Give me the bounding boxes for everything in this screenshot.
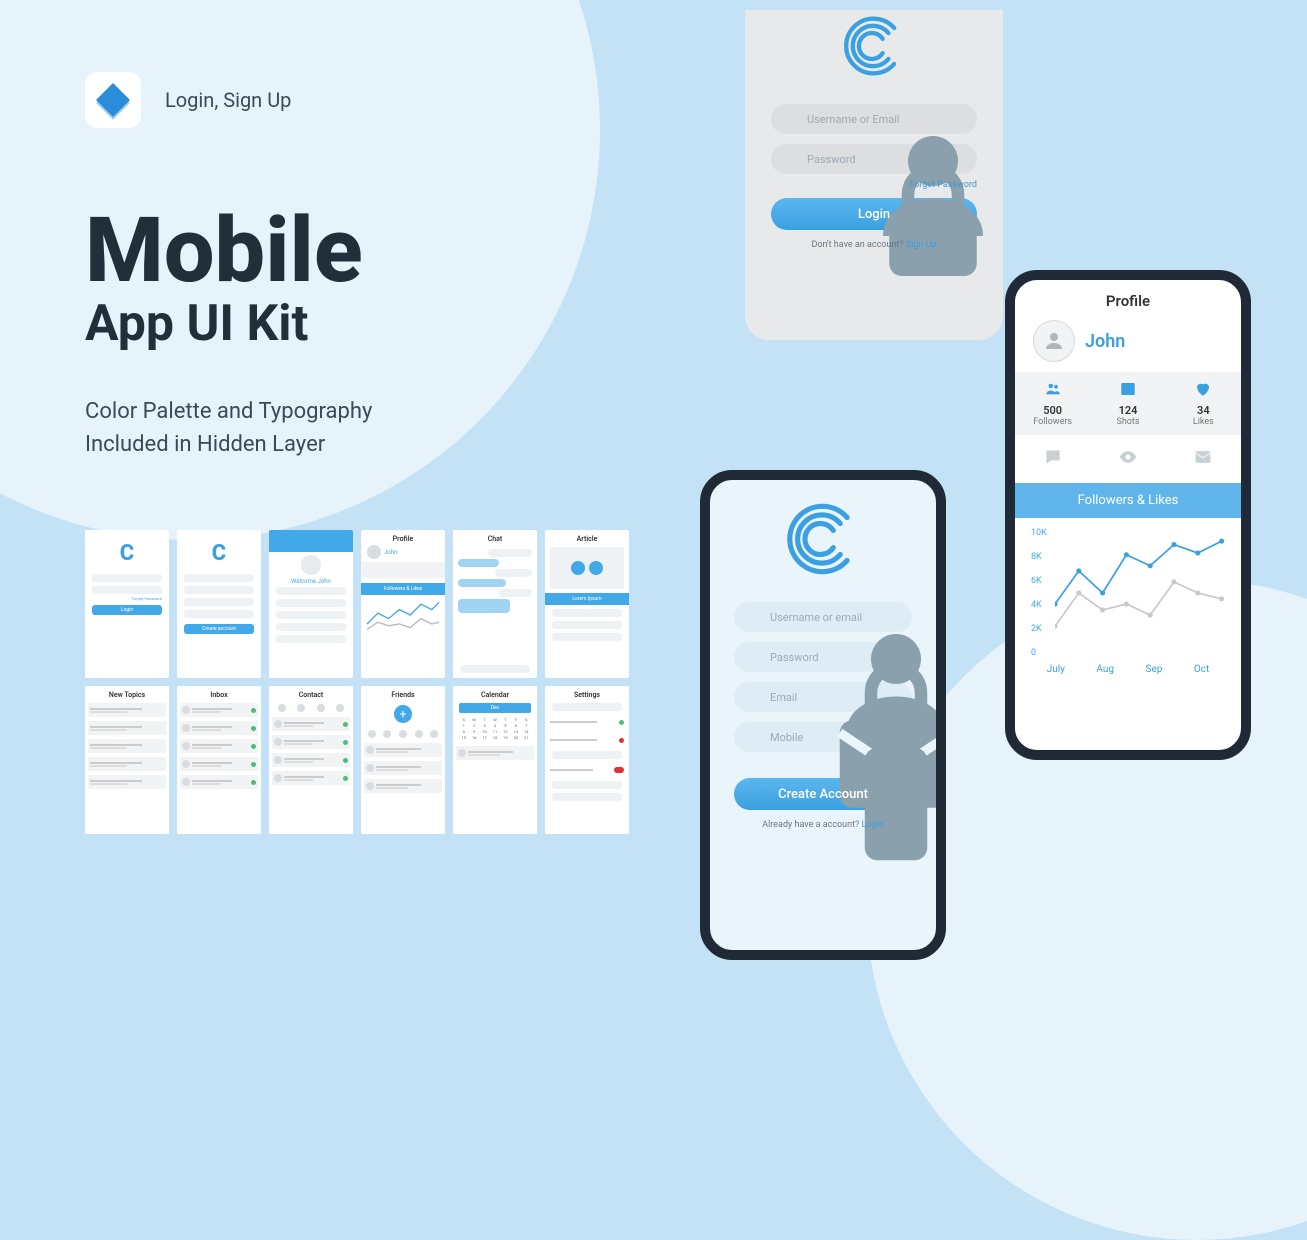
thumb-cal-month: Dec <box>459 703 531 713</box>
phone-icon <box>746 729 762 745</box>
stat-shots[interactable]: 124 Shots <box>1090 372 1165 435</box>
thumb-article[interactable]: Article Lorem Ipsum <box>545 530 629 678</box>
avatar[interactable] <box>1033 320 1075 362</box>
users-icon <box>1015 380 1090 402</box>
y-tick: 10K <box>1031 528 1047 538</box>
y-tick: 2K <box>1031 624 1047 634</box>
username-placeholder: Username or Email <box>807 113 900 126</box>
mobile-placeholder: Mobile <box>770 731 803 744</box>
thumb-topics[interactable]: New Topics <box>85 686 169 834</box>
already-text: Already have a account? <box>762 820 861 830</box>
thumb-signup[interactable]: C Create account <box>177 530 261 678</box>
top-label: Login, Sign Up <box>165 88 291 112</box>
y-tick: 4K <box>1031 600 1047 610</box>
thumb-title: Inbox <box>180 691 258 699</box>
thumb-chat[interactable]: Chat <box>453 530 537 678</box>
thumb-title: Profile <box>364 535 442 543</box>
y-tick: 6K <box>1031 576 1047 586</box>
x-tick: Sep <box>1146 664 1163 675</box>
no-account-text: Don't have an account? <box>812 240 906 250</box>
x-tick: July <box>1047 664 1065 675</box>
stats-bar: 500 Followers 124 Shots 34 Likes <box>1015 372 1241 435</box>
stat-likes[interactable]: 34 Likes <box>1166 372 1241 435</box>
thumb-settings[interactable]: Settings <box>545 686 629 834</box>
hero-line2: App UI Kit <box>85 295 363 353</box>
username-field[interactable]: Username or Email <box>771 104 977 134</box>
diamond-icon <box>96 83 130 117</box>
thumb-title: Chat <box>456 535 534 543</box>
username-placeholder: Username or email <box>770 611 862 624</box>
hero-line1: Mobile <box>85 210 363 291</box>
thumb-login-button: Login <box>92 605 162 615</box>
logo-c-icon <box>838 10 910 82</box>
stat-value: 124 <box>1090 404 1165 417</box>
signup-link[interactable]: Sign Up <box>906 240 937 250</box>
profile-name: John <box>1085 331 1125 352</box>
thumb-welcome[interactable]: Welcome John <box>269 530 353 678</box>
thumb-calendar[interactable]: Calendar Dec SMTWTFS12345678910111213141… <box>453 686 537 834</box>
x-tick: Aug <box>1096 664 1114 675</box>
stat-followers[interactable]: 500 Followers <box>1015 372 1090 435</box>
chart-area: 10K 8K 6K 4K 2K 0 July Aug Sep Oct <box>1015 518 1241 675</box>
x-axis: July Aug Sep Oct <box>1031 664 1225 675</box>
email-placeholder: Email <box>770 691 797 704</box>
stat-label: Shots <box>1090 417 1165 427</box>
thumb-title: Calendar <box>456 691 534 699</box>
thumb-title: Settings <box>548 691 626 699</box>
tab-bar <box>1015 435 1241 483</box>
profile-header: John <box>1015 320 1241 372</box>
thumb-welcome-label: Welcome John <box>272 578 350 585</box>
tab-chat[interactable] <box>1015 447 1090 471</box>
thumb-profile[interactable]: Profile John Followers & Likes <box>361 530 445 678</box>
image-icon <box>1090 380 1165 402</box>
thumb-inbox[interactable]: Inbox <box>177 686 261 834</box>
phone-profile: Profile John 500 Followers 124 Shots 34 … <box>1005 270 1251 760</box>
stat-label: Likes <box>1166 417 1241 427</box>
phone-signup: Username or email Password Email Mobile … <box>700 470 946 960</box>
x-tick: Oct <box>1194 664 1209 675</box>
line-chart <box>1055 528 1225 658</box>
y-tick: 0 <box>1031 648 1047 658</box>
page-title: Profile <box>1015 292 1241 310</box>
logo-c-icon <box>780 496 866 582</box>
tab-mail[interactable] <box>1166 447 1241 471</box>
password-placeholder: Password <box>807 153 856 166</box>
user-icon <box>783 111 799 127</box>
tab-views[interactable] <box>1090 447 1165 471</box>
phone-login: Username or Email Password Forget Passwo… <box>745 10 1003 340</box>
chart-title-band: Followers & Likes <box>1015 483 1241 518</box>
user-icon <box>746 609 762 625</box>
subtitle-line2: Included in Hidden Layer <box>85 428 372 461</box>
thumbnail-grid: C Forget Password Login C Create account… <box>85 530 629 834</box>
password-placeholder: Password <box>770 651 819 664</box>
username-field[interactable]: Username or email <box>734 602 912 632</box>
stat-value: 34 <box>1166 404 1241 417</box>
lock-icon <box>783 151 799 167</box>
thumb-contact[interactable]: Contact <box>269 686 353 834</box>
stat-value: 500 <box>1015 404 1090 417</box>
thumb-title: Article <box>548 535 626 543</box>
subtitle-line1: Color Palette and Typography <box>85 395 372 428</box>
thumb-profile-name: John <box>384 549 397 556</box>
subtitle: Color Palette and Typography Included in… <box>85 395 372 461</box>
app-logo-box <box>85 72 141 128</box>
thumb-title: Friends <box>364 691 442 699</box>
lock-icon <box>746 649 762 665</box>
y-tick: 8K <box>1031 552 1047 562</box>
thumb-title: New Topics <box>88 691 166 699</box>
thumb-login[interactable]: C Forget Password Login <box>85 530 169 678</box>
thumb-title: Contact <box>272 691 350 699</box>
thumb-create-button: Create account <box>184 624 254 634</box>
heart-icon <box>1166 380 1241 402</box>
hero: Mobile App UI Kit <box>85 210 363 353</box>
login-link[interactable]: Login <box>862 820 884 830</box>
thumb-friends[interactable]: Friends + <box>361 686 445 834</box>
stat-label: Followers <box>1015 417 1090 427</box>
mail-icon <box>746 689 762 705</box>
